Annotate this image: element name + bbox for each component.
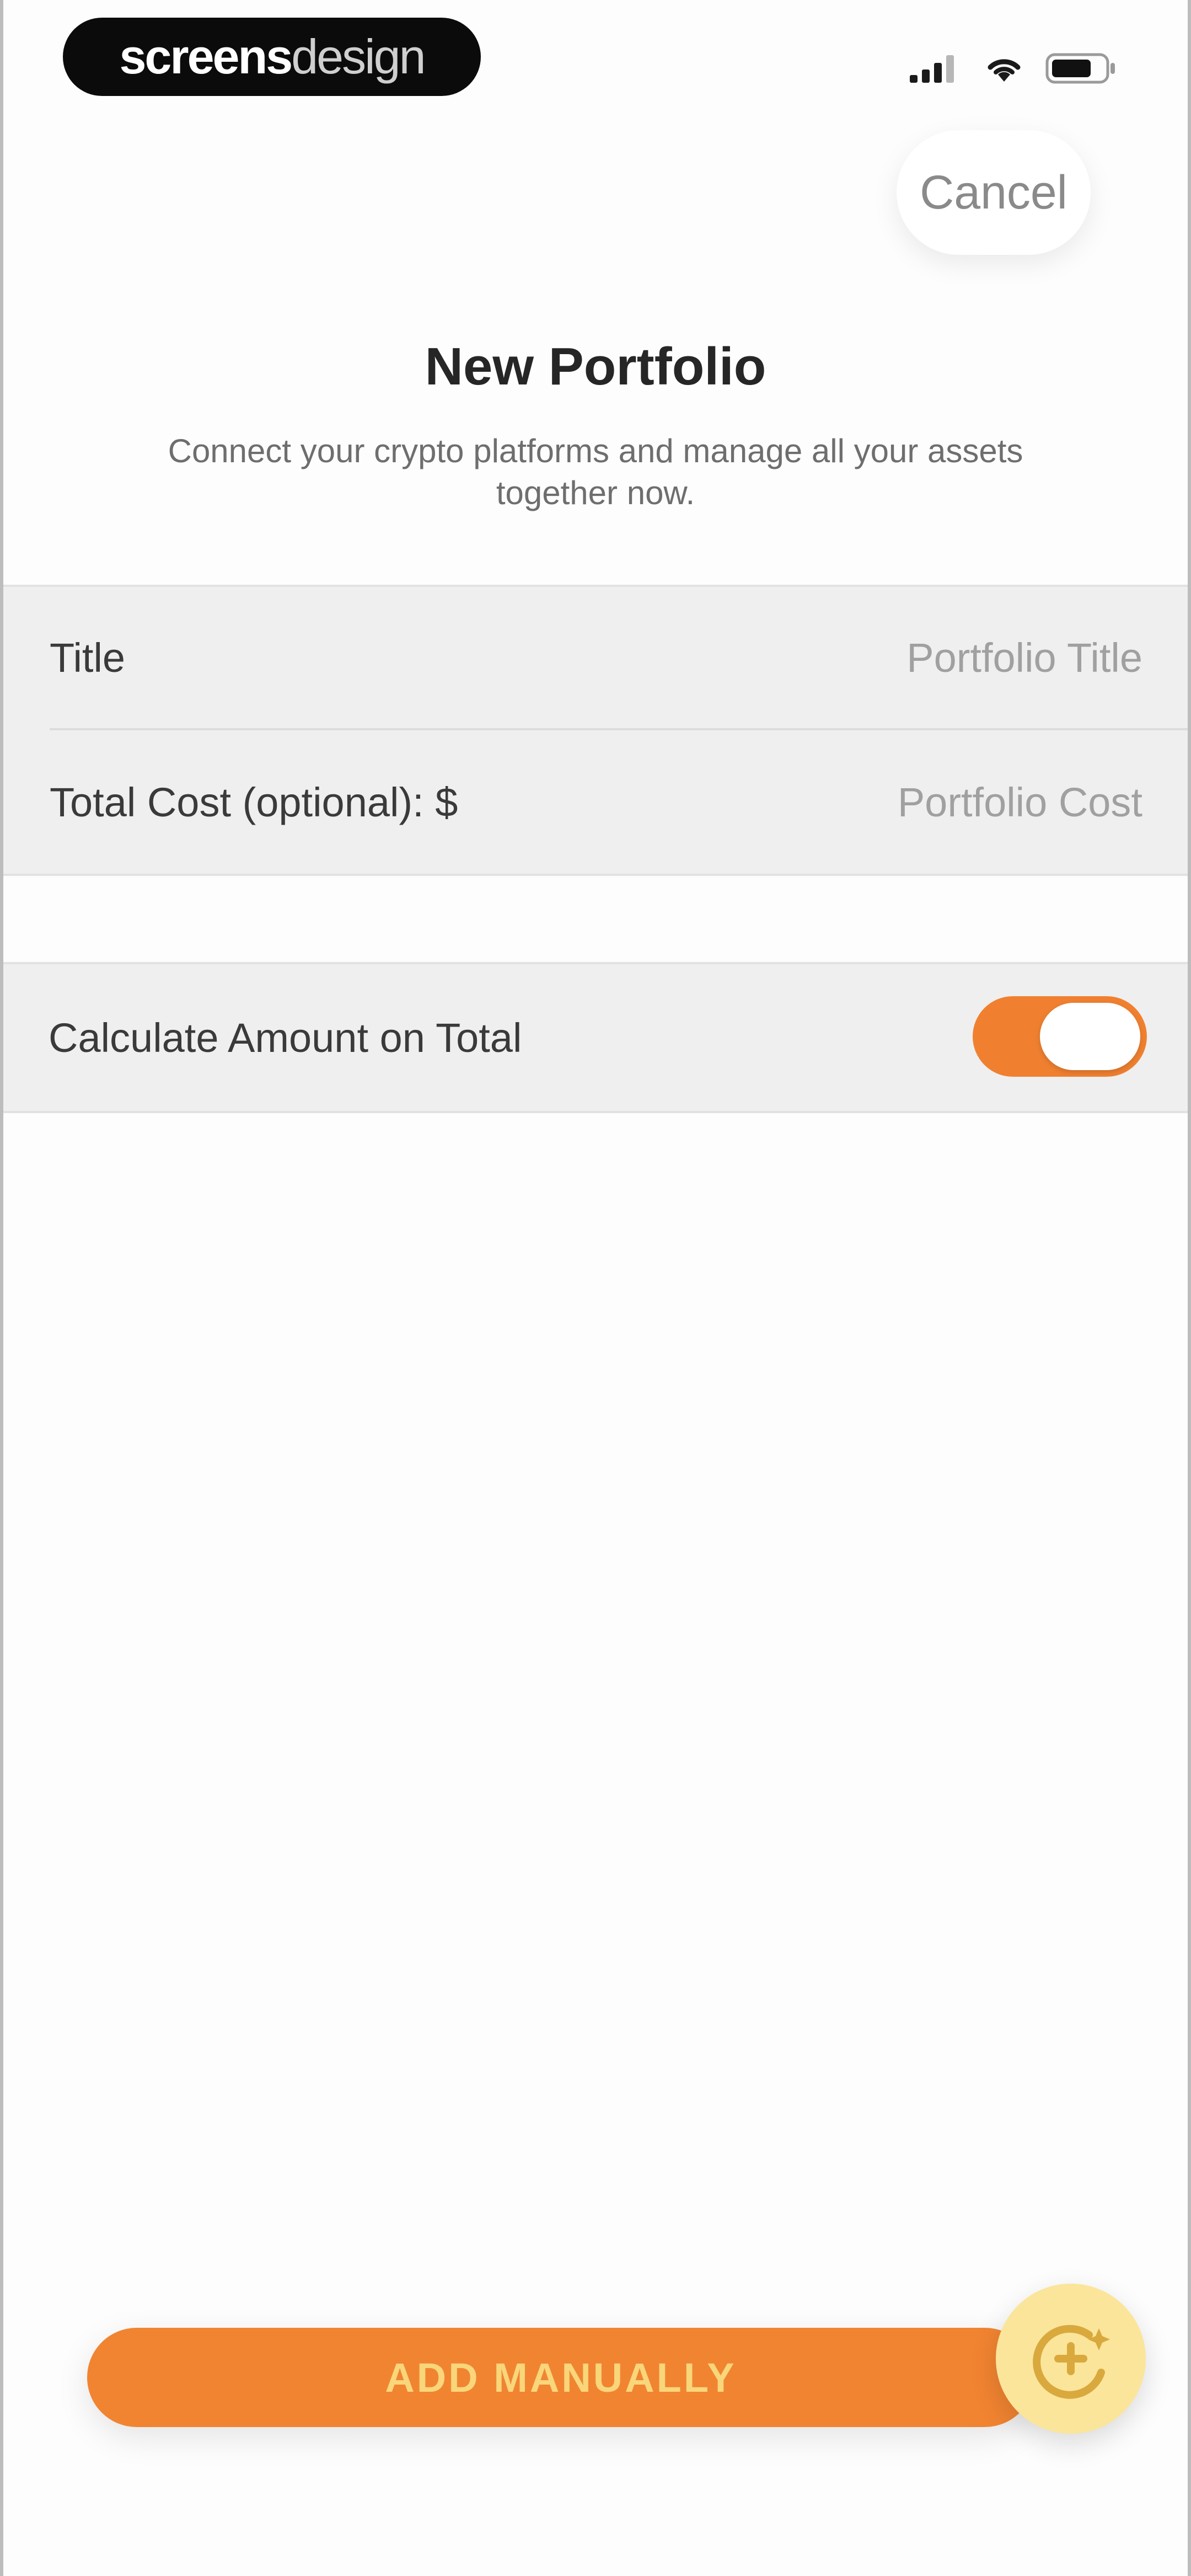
- page-subtitle: Connect your crypto platforms and manage…: [168, 432, 1023, 511]
- cost-row: Total Cost (optional): $: [50, 731, 1144, 873]
- signal-icon: [910, 55, 954, 83]
- app-screen: screens design Cancel New Portfolio Conne…: [0, 0, 1191, 2576]
- page-title: New Portfolio: [425, 337, 766, 396]
- brand-secondary: design: [291, 29, 426, 84]
- calculate-amount-toggle[interactable]: [973, 996, 1147, 1077]
- status-bar-icons: [910, 53, 1117, 84]
- portfolio-form: Title Total Cost (optional): $: [3, 585, 1188, 876]
- portfolio-title-input[interactable]: [755, 633, 1144, 682]
- sparkle-action-button[interactable]: [996, 2284, 1146, 2434]
- wifi-icon: [988, 59, 1021, 82]
- sparkle-plus-icon: [1033, 2324, 1110, 2399]
- portfolio-cost-input[interactable]: [755, 778, 1144, 826]
- battery-icon: [1045, 53, 1115, 84]
- cancel-button[interactable]: Cancel: [897, 130, 1091, 255]
- cost-label: Total Cost (optional): $: [50, 779, 458, 825]
- calculate-toggle-row: Calculate Amount on Total: [3, 962, 1188, 1113]
- title-row: Title: [50, 587, 1144, 728]
- brand-logo: screens design: [63, 18, 481, 96]
- calculate-toggle-label: Calculate Amount on Total: [49, 1014, 522, 1061]
- row-divider: [50, 728, 1188, 730]
- toggle-knob: [1040, 1003, 1140, 1070]
- brand-primary: screens: [119, 29, 293, 84]
- add-manually-button[interactable]: ADD MANUALLY: [87, 2328, 1034, 2427]
- title-label: Title: [50, 634, 126, 681]
